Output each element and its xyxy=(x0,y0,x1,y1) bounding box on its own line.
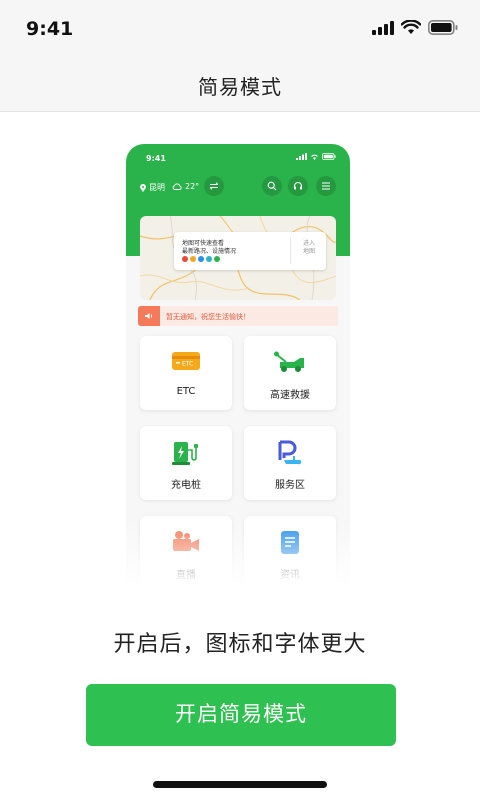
cellular-signal-icon xyxy=(372,20,394,35)
etc-card-icon: ETC xyxy=(172,352,200,370)
page-title: 简易模式 xyxy=(198,75,282,99)
wifi-icon xyxy=(311,154,318,160)
battery-icon xyxy=(428,20,458,35)
menu-icon xyxy=(322,182,330,190)
wifi-icon xyxy=(401,20,421,34)
cellular-signal-icon xyxy=(296,153,307,160)
preview-status-icons xyxy=(296,153,336,160)
preview-notice-bar: 暂无通知，祝您生活愉快！ xyxy=(138,306,338,326)
map-card-divider xyxy=(290,238,291,264)
swap-icon xyxy=(209,182,219,190)
map-legend-dots xyxy=(182,256,220,262)
notice-text: 暂无通知，祝您生活愉快！ xyxy=(166,313,250,321)
preview-location: 昆明 xyxy=(140,182,165,193)
screen: 9:41 简易模式 9:41 昆明 22° 地图可快速查看 最新路况、设施情况 … xyxy=(0,0,480,800)
preview-time: 9:41 xyxy=(146,154,166,163)
tile-etc: ETC ETC xyxy=(140,336,232,410)
legend-dot-cyan xyxy=(206,256,212,262)
speaker-icon xyxy=(138,306,160,326)
tile-service-area: 服务区 xyxy=(244,426,336,500)
simple-mode-preview: 9:41 昆明 22° 地图可快速查看 最新路况、设施情况 进入 地图 暂无通知… xyxy=(126,144,350,584)
service-area-icon xyxy=(278,440,302,465)
map-enter-button: 进入 地图 xyxy=(302,240,315,255)
legend-dot-green xyxy=(214,256,220,262)
nav-bar: 简易模式 xyxy=(0,58,480,112)
tile-label: 高速救援 xyxy=(270,390,310,401)
legend-dot-red xyxy=(182,256,188,262)
legend-dot-blue xyxy=(198,256,204,262)
tile-label: ETC xyxy=(176,386,196,397)
status-time: 9:41 xyxy=(26,18,74,40)
preview-fade-overlay xyxy=(126,520,350,586)
preview-switch-button xyxy=(204,176,224,196)
preview-menu-button xyxy=(316,176,336,196)
status-icons xyxy=(372,20,458,35)
location-pin-icon xyxy=(140,183,146,192)
status-bar: 9:41 xyxy=(0,0,480,58)
legend-dot-orange xyxy=(190,256,196,262)
preview-location-text: 昆明 xyxy=(149,183,165,192)
home-indicator[interactable] xyxy=(153,781,327,788)
map-card-line2: 最新路况、设施情况 xyxy=(182,248,237,255)
cloud-icon xyxy=(172,183,182,190)
charging-pile-icon xyxy=(172,442,198,465)
tile-charging-pile: 充电桩 xyxy=(140,426,232,500)
preview-search-button xyxy=(262,176,282,196)
enable-simple-mode-button[interactable]: 开启简易模式 xyxy=(86,684,396,746)
tile-label: 充电桩 xyxy=(171,480,201,491)
battery-icon xyxy=(322,153,336,160)
tile-label: 服务区 xyxy=(275,480,305,491)
tile-highway-rescue: 高速救援 xyxy=(244,336,336,410)
etc-card-badge: ETC xyxy=(182,361,193,368)
tow-truck-icon xyxy=(274,351,304,372)
preview-temperature: 22° xyxy=(185,182,200,191)
headset-icon xyxy=(293,181,303,190)
preview-map: 地图可快速查看 最新路况、设施情况 进入 地图 xyxy=(140,216,336,300)
preview-weather: 22° xyxy=(172,182,199,191)
preview-support-button xyxy=(288,176,308,196)
search-icon xyxy=(267,181,277,191)
mode-description: 开启后，图标和字体更大 xyxy=(113,632,367,657)
map-info-card: 地图可快速查看 最新路况、设施情况 进入 地图 xyxy=(174,232,326,270)
